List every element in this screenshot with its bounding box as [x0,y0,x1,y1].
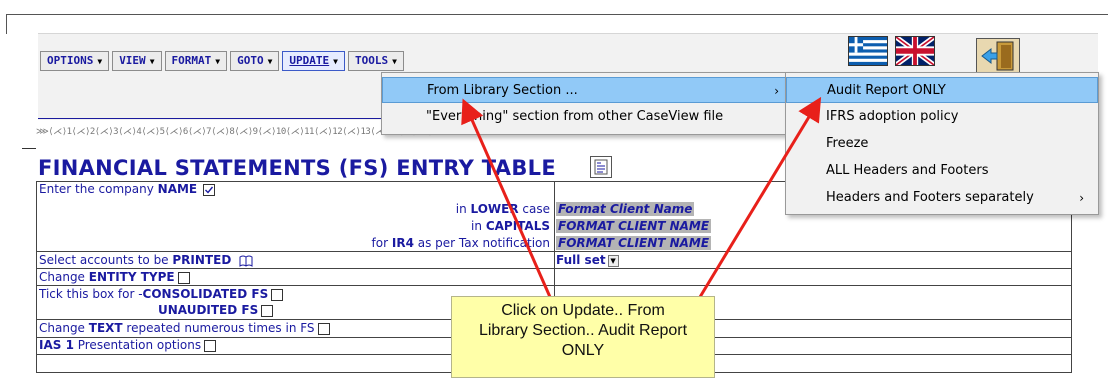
menu-item-label: Freeze [826,136,869,151]
menu-item-label: ALL Headers and Footers [826,163,989,178]
chevron-down-icon: ▼ [267,57,273,66]
exit-door-icon[interactable] [976,38,1020,74]
chevron-down-icon: ▼ [392,57,397,66]
window-top-border [6,14,1108,15]
chevron-down-icon: ▼ [149,57,155,66]
format-client-name-ir4[interactable]: FORMAT CLIENT NAME [556,236,712,250]
menu-item-headers-footers-separately[interactable]: Headers and Footers separately › [786,185,1098,211]
menu-tools-label: TOOLS [355,54,389,67]
menu-update-label: UPDATE [289,54,330,67]
chevron-right-icon: › [774,84,779,98]
row-label: for [371,236,392,250]
menu-update[interactable]: UPDATE ▼ [282,51,345,71]
chevron-down-icon: ▼ [333,57,338,66]
checkbox-checked-icon[interactable] [202,183,215,196]
table-row: UNAUDITED FS [158,303,274,317]
menu-format[interactable]: FORMAT ▼ [164,51,228,71]
window-left-border [6,14,7,34]
menu-options-label: OPTIONS [47,54,94,67]
entity-type-checkbox[interactable] [177,271,190,284]
book-icon[interactable] [239,255,253,267]
table-row: IAS 1 Presentation options [39,338,217,352]
row-label: repeated numerous times in FS [122,321,315,335]
row-label-bold: ENTITY TYPE [88,270,175,284]
page-title: FINANCIAL STATEMENTS (FS) ENTRY TABLE [38,156,556,180]
library-section-submenu: Audit Report ONLY IFRS adoption policy F… [785,72,1099,215]
chevron-down-icon: ▼ [215,57,221,66]
row-label: Enter the company [39,182,158,196]
table-row: Change TEXT repeated numerous times in F… [39,321,330,335]
table-row-divider [36,251,1072,252]
printed-accounts-value: Full set [556,253,606,267]
row-label-bold: TEXT [88,321,123,335]
row-label-bold: PRINTED [172,253,232,267]
update-dropdown-menu: From Library Section ... › "Everything" … [381,72,793,135]
ruler-marker [22,148,36,149]
menu-item-everything-section[interactable]: "Everything" section from other CaseView… [382,104,792,130]
menu-item-audit-report-only[interactable]: Audit Report ONLY [786,77,1098,103]
row-label-bold: IAS 1 [39,338,74,352]
row-label: Select accounts to be [39,253,173,267]
table-row: Select accounts to be PRINTED [39,253,253,267]
row-label: as per Tax notification [413,236,550,250]
row-label-bold: UNAUDITED FS [158,303,259,317]
menu-bar: OPTIONS ▼ VIEW ▼ FORMAT ▼ GOTO ▼ UPDATE ▼ TOO… [40,51,407,71]
row-label: case [518,202,550,216]
table-row: Enter the company NAME [39,182,215,196]
ias1-presentation-checkbox[interactable] [204,339,217,352]
menu-item-label: "Everything" section from other CaseView… [426,109,724,124]
menu-view[interactable]: VIEW ▼ [112,51,162,71]
format-client-name-lower[interactable]: Format Client Name [556,202,695,216]
row-label: Change [39,270,89,284]
document-icon[interactable] [590,156,612,178]
greek-flag-icon[interactable] [848,36,888,66]
table-border [36,181,37,373]
table-row: Tick this box for -CONSOLIDATED FS [39,287,284,301]
menu-tools[interactable]: TOOLS ▼ [348,51,404,71]
instruction-callout: Click on Update.. From Library Section..… [451,296,715,378]
menu-goto-label: GOTO [237,54,264,67]
text-repeated-checkbox[interactable] [317,322,330,335]
table-row-divider [36,285,1072,286]
uk-flag-icon[interactable] [895,36,935,66]
menu-item-label: Audit Report ONLY [827,83,946,98]
row-label-bold: NAME [157,182,198,196]
menu-view-label: VIEW [119,54,146,67]
table-row: Change ENTITY TYPE [39,270,190,284]
callout-line: Library Section.. Audit Report [478,322,688,339]
printed-accounts-select[interactable]: Full set ▼ [556,253,619,267]
row-label: Presentation options [73,338,202,352]
callout-line: Click on Update.. From [501,302,665,319]
row-label: Tick this box for - [39,287,143,301]
unaudited-fs-checkbox[interactable] [261,304,274,317]
chevron-right-icon: › [1079,191,1084,205]
menu-item-from-library-section[interactable]: From Library Section ... › [382,77,792,103]
row-label-bold: LOWER [470,202,519,216]
consolidated-fs-checkbox[interactable] [271,288,284,301]
row-label-bold: CONSOLIDATED FS [142,287,269,301]
menu-item-ifrs-adoption-policy[interactable]: IFRS adoption policy [786,104,1098,130]
chevron-down-icon: ▼ [607,254,619,267]
format-client-name-caps[interactable]: FORMAT CLIENT NAME [556,219,712,233]
row-label-bold: CAPITALS [485,219,550,233]
table-row: in CAPITALS [471,219,550,233]
menu-goto[interactable]: GOTO ▼ [230,51,280,71]
menu-format-label: FORMAT [171,54,212,67]
table-row-divider [36,268,1072,269]
row-label: in [471,219,486,233]
menu-item-freeze[interactable]: Freeze [786,131,1098,157]
row-label: Change [39,321,89,335]
table-row: for IR4 as per Tax notification [372,236,550,250]
menu-item-label: From Library Section ... [427,83,578,98]
menu-item-label: Headers and Footers separately [826,190,1034,205]
menu-item-label: IFRS adoption policy [826,109,959,124]
menu-options[interactable]: OPTIONS ▼ [40,51,110,71]
chevron-down-icon: ▼ [97,57,103,66]
callout-line: ONLY [561,342,605,359]
table-row: in LOWER case [456,202,550,216]
menu-item-all-headers-footers[interactable]: ALL Headers and Footers [786,158,1098,184]
row-label-bold: IR4 [391,236,414,250]
row-label: in [455,202,471,216]
